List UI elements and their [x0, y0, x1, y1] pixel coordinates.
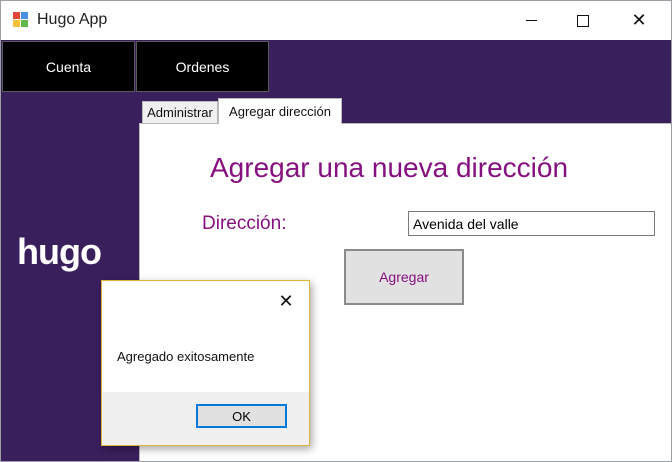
dialog-message: Agregado exitosamente [117, 349, 255, 364]
page-title: Agregar una nueva dirección [210, 152, 569, 183]
ok-button[interactable]: OK [196, 404, 287, 428]
app-icon [13, 12, 29, 28]
window-title: Hugo App [37, 11, 108, 28]
nav-ordenes-button[interactable]: Ordenes [136, 41, 269, 92]
close-icon[interactable]: ✕ [616, 1, 662, 40]
agregar-button[interactable]: Agregar [344, 249, 464, 305]
title-bar[interactable]: Hugo App ✕ [1, 1, 671, 40]
tab-administrar[interactable]: Administrar [142, 101, 218, 123]
message-dialog: ✕ Agregado exitosamente OK [101, 280, 310, 446]
maximize-icon[interactable] [560, 1, 606, 40]
address-input[interactable] [408, 211, 655, 236]
tab-agregar-direccion[interactable]: Agregar dirección [218, 98, 342, 124]
hugo-logo: hugo [17, 231, 102, 272]
minimize-icon[interactable] [508, 1, 554, 40]
address-label: Dirección: [202, 213, 287, 234]
dialog-footer: OK [102, 392, 309, 445]
nav-cuenta-button[interactable]: Cuenta [2, 41, 135, 92]
dialog-close-icon[interactable]: ✕ [274, 289, 298, 313]
app-window: Hugo App ✕ Cuenta Ordenes hugo Administr… [0, 0, 672, 462]
